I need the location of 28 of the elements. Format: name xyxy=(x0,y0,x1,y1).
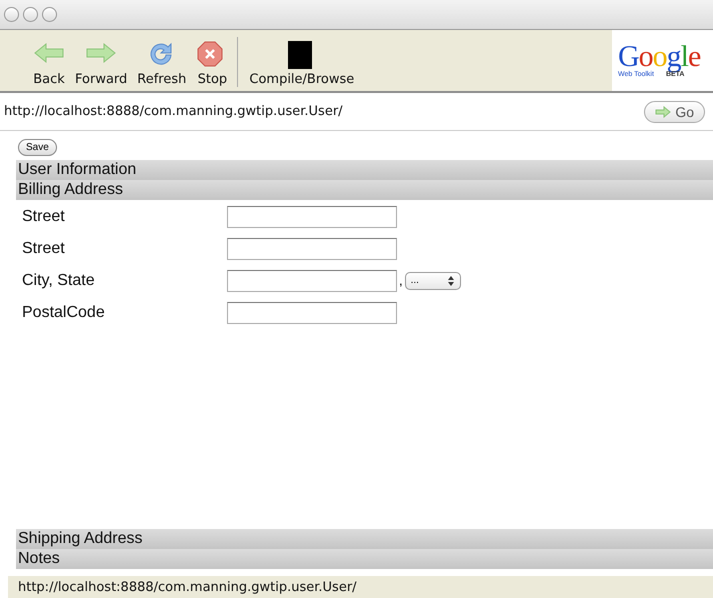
text-field[interactable] xyxy=(227,206,397,228)
field-label: Street xyxy=(22,208,66,226)
field-label: Street xyxy=(22,240,66,258)
compile-button[interactable]: Compile/Browse xyxy=(244,39,360,91)
status-text: http://localhost:8888/com.manning.gwtip.user.User/ xyxy=(18,580,357,594)
window-control-button[interactable] xyxy=(42,7,57,22)
save-button[interactable]: Save xyxy=(18,139,57,156)
go-button[interactable]: Go xyxy=(644,100,705,122)
right-arrow-icon xyxy=(655,106,672,118)
text-field[interactable] xyxy=(227,238,397,260)
stop-button[interactable]: Stop xyxy=(191,39,234,91)
state-dropdown[interactable]: ... xyxy=(404,272,461,290)
field-label: PostalCode xyxy=(22,304,106,322)
forward-button[interactable]: Forward xyxy=(70,39,132,91)
url-field[interactable]: http://localhost:8888/com.manning.gwtip.user.User/ xyxy=(4,104,343,119)
window-control-button[interactable] xyxy=(4,7,19,22)
separator-text: , xyxy=(399,273,403,288)
section-header[interactable]: Shipping Address xyxy=(16,529,713,549)
section-header[interactable]: User Information xyxy=(16,160,713,180)
refresh-button[interactable]: Refresh xyxy=(132,39,192,91)
field-label: City, State xyxy=(22,272,96,290)
stepper-icon xyxy=(446,274,455,286)
section-header[interactable]: Billing Address xyxy=(16,180,713,200)
section-header[interactable]: Notes xyxy=(16,549,713,569)
window-control-button[interactable] xyxy=(23,7,38,22)
text-field[interactable] xyxy=(227,302,397,324)
back-button[interactable]: Back xyxy=(28,39,70,91)
text-field[interactable] xyxy=(227,270,397,292)
